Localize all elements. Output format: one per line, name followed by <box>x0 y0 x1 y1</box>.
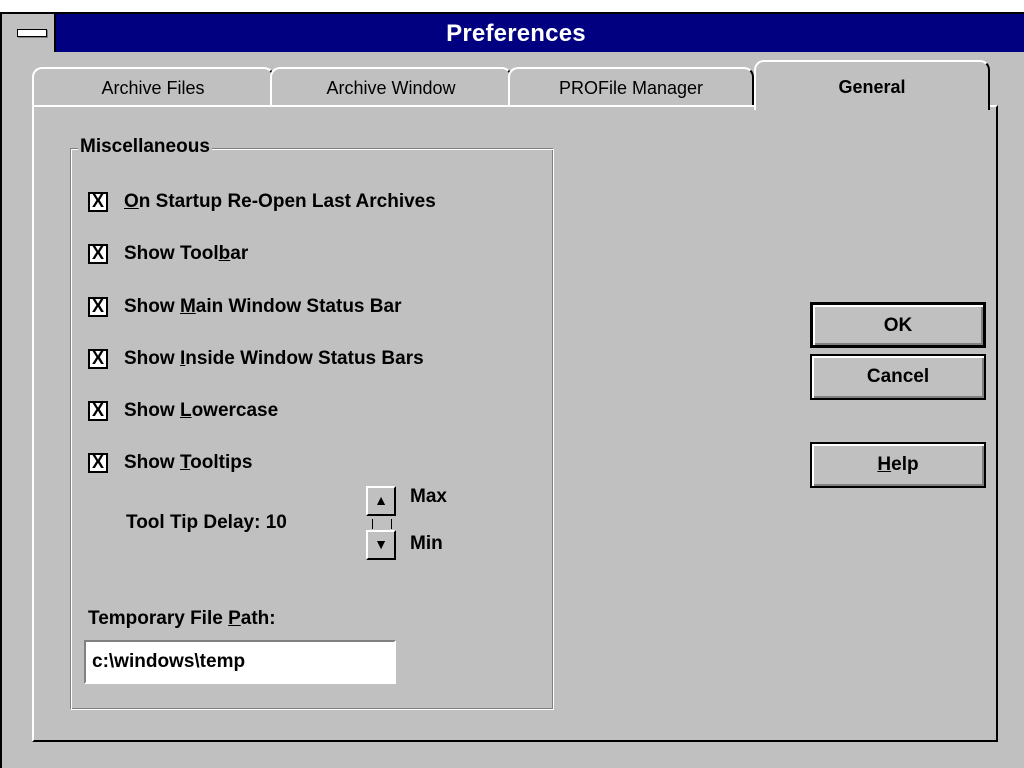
tab-profile-manager[interactable]: PROFile Manager <box>508 67 754 107</box>
arrow-down-icon: ▼ <box>374 536 388 552</box>
checkbox-label: Show Lowercase <box>124 400 279 421</box>
tooltip-delay-label: Tool Tip Delay: 10 <box>126 512 287 533</box>
tab-archive-window[interactable]: Archive Window <box>270 67 512 107</box>
tab-label: Archive Window <box>326 78 456 98</box>
delay-up-button[interactable]: ▲ <box>366 486 396 516</box>
title-bar[interactable]: Preferences <box>8 14 1024 52</box>
checkbox-reopen-archives[interactable]: X On Startup Re-Open Last Archives <box>88 189 436 215</box>
checkbox-box[interactable]: X <box>88 192 108 212</box>
checkbox-box[interactable]: X <box>88 453 108 473</box>
checkbox-label: Show Tooltips <box>124 452 253 473</box>
spinner-track <box>372 519 392 529</box>
checkbox-label: Show Toolbar <box>124 243 249 264</box>
checkbox-label: Show Main Window Status Bar <box>124 296 402 317</box>
checkbox-box[interactable]: X <box>88 244 108 264</box>
checkbox-main-status-bar[interactable]: X Show Main Window Status Bar <box>88 294 401 320</box>
checkbox-box[interactable]: X <box>88 297 108 317</box>
checkbox-inside-status-bars[interactable]: X Show Inside Window Status Bars <box>88 346 424 372</box>
spinner-min-label: Min <box>410 533 443 554</box>
tab-archive-files[interactable]: Archive Files <box>32 67 274 107</box>
tab-label: Archive Files <box>101 78 205 98</box>
tab-label: General <box>838 77 906 97</box>
spinner-max-label: Max <box>410 486 447 507</box>
system-menu-button[interactable] <box>8 14 56 52</box>
group-title: Miscellaneous <box>78 136 212 158</box>
tab-general[interactable]: General <box>754 60 990 110</box>
ok-button[interactable]: OK <box>810 302 986 348</box>
checkbox-show-toolbar[interactable]: X Show Toolbar <box>88 241 248 267</box>
arrow-up-icon: ▲ <box>374 492 388 508</box>
checkbox-show-lowercase[interactable]: X Show Lowercase <box>88 398 278 424</box>
checkbox-label: On Startup Re-Open Last Archives <box>124 191 436 212</box>
window-title: Preferences <box>446 20 586 47</box>
checkbox-show-tooltips[interactable]: X Show Tooltips <box>88 450 252 476</box>
system-menu-icon <box>17 29 47 37</box>
active-tab-joint <box>758 105 988 109</box>
checkbox-box[interactable]: X <box>88 349 108 369</box>
checkbox-box[interactable]: X <box>88 401 108 421</box>
delay-down-button[interactable]: ▼ <box>366 530 396 560</box>
checkbox-label: Show Inside Window Status Bars <box>124 348 424 369</box>
help-button[interactable]: Help <box>810 442 986 488</box>
temp-path-input[interactable] <box>84 640 396 684</box>
temp-path-label: Temporary File Path: <box>88 608 276 629</box>
tab-label: PROFile Manager <box>558 78 704 98</box>
cancel-button[interactable]: Cancel <box>810 354 986 400</box>
